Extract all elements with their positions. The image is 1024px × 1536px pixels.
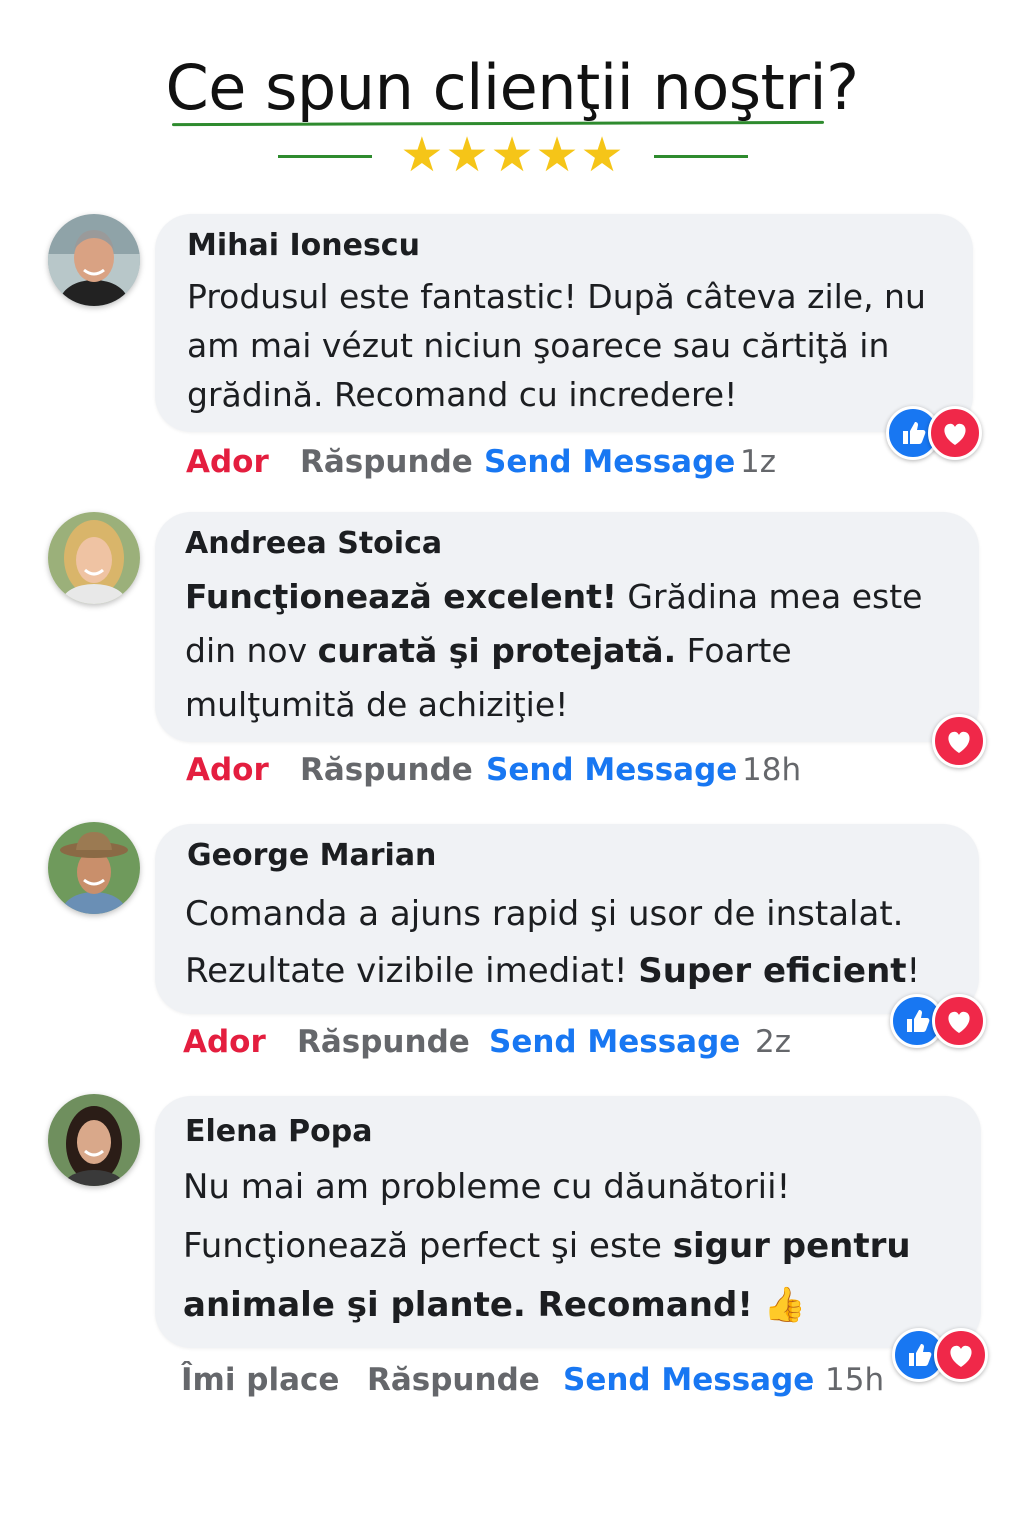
- comment-bubble: Elena Popa Nu mai am probleme cu dăunăto…: [155, 1096, 981, 1348]
- reply-button[interactable]: Răspunde: [300, 438, 473, 486]
- author-name[interactable]: Mihai Ionescu: [187, 228, 420, 263]
- avatar-man-gray-hair-icon: [48, 214, 140, 306]
- comment-actions: Îmi place Răspunde Send Message 15h: [181, 1356, 891, 1404]
- reaction-badges[interactable]: [886, 406, 986, 460]
- react-button[interactable]: Ador: [183, 1018, 266, 1066]
- author-name[interactable]: Elena Popa: [185, 1114, 373, 1149]
- react-button[interactable]: Ador: [186, 746, 269, 794]
- comment-actions: Ador Răspunde Send Message 18h: [186, 746, 826, 794]
- send-message-button[interactable]: Send Message: [486, 746, 737, 794]
- send-message-button[interactable]: Send Message: [489, 1018, 740, 1066]
- avatar[interactable]: [48, 822, 140, 914]
- heart-icon: [934, 1328, 988, 1382]
- timestamp[interactable]: 15h: [825, 1356, 884, 1404]
- rating-row: ★★★★★: [276, 130, 750, 182]
- reply-button[interactable]: Răspunde: [300, 746, 473, 794]
- comment-text: Comanda a ajuns rapid şi usor de instala…: [185, 886, 959, 1000]
- like-button[interactable]: Îmi place: [181, 1356, 339, 1404]
- text-part-bold: Super eficient: [638, 951, 907, 991]
- comment-actions: Ador Răspunde Send Message 1z: [186, 438, 806, 486]
- reply-button[interactable]: Răspunde: [367, 1356, 540, 1404]
- comment-text: Produsul este fantastic! După câteva zil…: [187, 272, 953, 419]
- heart-icon: [932, 994, 986, 1048]
- comment-bubble: George Marian Comanda a ajuns rapid şi u…: [155, 824, 979, 1014]
- comment-actions: Ador Răspunde Send Message 2z: [183, 1018, 823, 1066]
- react-button[interactable]: Ador: [186, 438, 269, 486]
- avatar-woman-blonde-icon: [48, 512, 140, 604]
- heart-icon: [928, 406, 982, 460]
- comment: Elena Popa Nu mai am probleme cu dăunăto…: [0, 1094, 1024, 1414]
- reaction-badges[interactable]: [892, 1328, 992, 1382]
- text-part-bold: Funcţionează excelent!: [185, 577, 617, 616]
- comment: Andreea Stoica Funcţionează excelent! Gr…: [0, 510, 1024, 800]
- text-part: Produsul este fantastic! După câteva zil…: [187, 277, 926, 414]
- text-part-bold: curată şi protejată.: [317, 631, 677, 670]
- comment-text: Funcţionează excelent! Grădina mea este …: [185, 570, 959, 732]
- comment-bubble: Mihai Ionescu Produsul este fantastic! D…: [155, 214, 973, 432]
- comment-text: Nu mai am probleme cu dăunătorii! Funcţi…: [183, 1158, 961, 1335]
- thumbs-up-emoji: 👍: [752, 1285, 806, 1325]
- timestamp[interactable]: 18h: [742, 746, 801, 794]
- avatar-man-hat-icon: [48, 822, 140, 914]
- author-name[interactable]: George Marian: [187, 838, 436, 873]
- avatar[interactable]: [48, 512, 140, 604]
- heart-icon: [932, 714, 986, 768]
- text-part: !: [906, 951, 921, 991]
- star-rating: ★★★★★: [400, 129, 626, 182]
- timestamp[interactable]: 2z: [755, 1018, 791, 1066]
- timestamp[interactable]: 1z: [740, 438, 776, 486]
- comment-bubble: Andreea Stoica Funcţionează excelent! Gr…: [155, 512, 979, 742]
- send-message-button[interactable]: Send Message: [484, 438, 735, 486]
- send-message-button[interactable]: Send Message: [563, 1356, 814, 1404]
- avatar[interactable]: [48, 214, 140, 306]
- author-name[interactable]: Andreea Stoica: [185, 526, 442, 561]
- comment: George Marian Comanda a ajuns rapid şi u…: [0, 822, 1024, 1072]
- reaction-badges[interactable]: [890, 994, 990, 1048]
- reaction-badges[interactable]: [932, 714, 988, 768]
- reply-button[interactable]: Răspunde: [297, 1018, 470, 1066]
- page-title: Ce spun clienţii noştri?: [165, 51, 859, 124]
- avatar[interactable]: [48, 1094, 140, 1186]
- divider-left: [278, 155, 372, 158]
- avatar-woman-dark-hair-icon: [48, 1094, 140, 1186]
- header: Ce spun clienţii noştri? ★★★★★: [0, 0, 1024, 200]
- comment: Mihai Ionescu Produsul este fantastic! D…: [0, 210, 1024, 480]
- divider-right: [654, 155, 748, 158]
